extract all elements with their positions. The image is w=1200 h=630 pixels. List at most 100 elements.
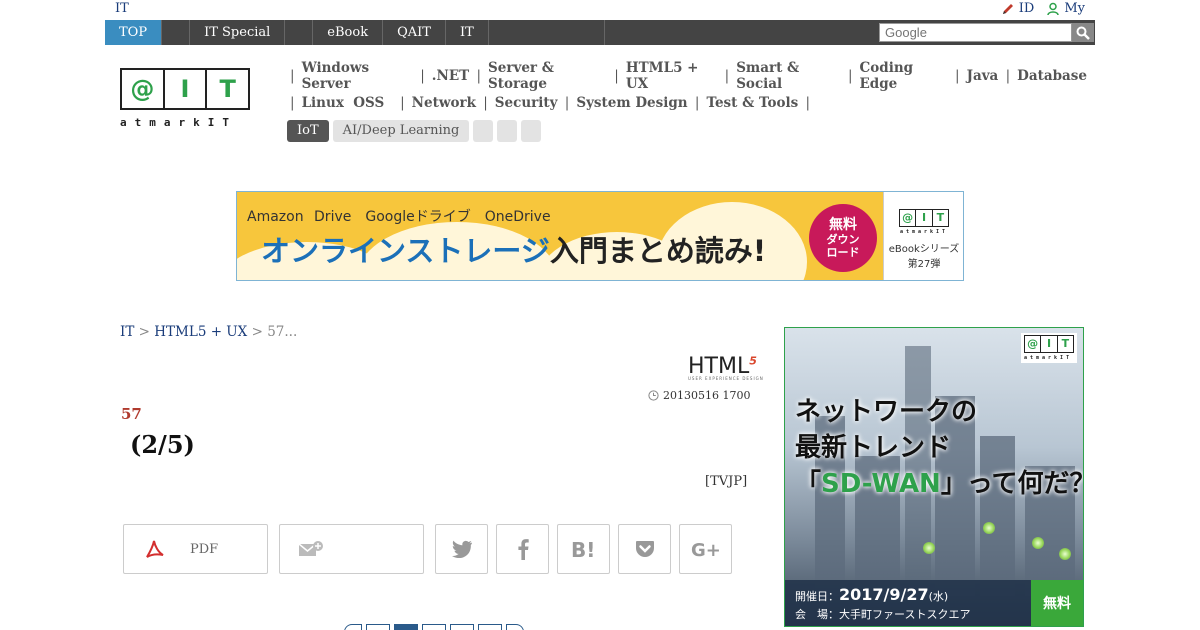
category-row-1: | Windows Server | .NET | Server & Stora… [287,60,1087,92]
search-input[interactable] [879,23,1072,42]
sd-wan-seminar-ad[interactable]: @ I T atmarkIT ネットワークの 最新トレンド 「SD-WAN」って… [784,327,1084,627]
article-title: (2/5) [130,430,195,459]
publish-date: 20130516 1700 [648,389,750,402]
pdf-button[interactable]: PDF [123,524,268,574]
tag-blank-3[interactable] [521,120,542,142]
separator: | [720,68,730,84]
nav-qait[interactable]: QAIT [383,20,446,45]
cat-windows-server[interactable]: Windows Server [302,60,413,92]
ad-logo: @ I T atmarkIT [1021,333,1077,363]
main-navbar: TOP IT Special eBook QAIT IT [105,20,1095,45]
banner-logo-letter: I [916,210,933,226]
page-link[interactable] [450,624,474,630]
ad-headline-sdwan: SD-WAN [821,469,941,499]
series-number: 57 [121,405,142,423]
tag-ai-deep-learning[interactable]: AI/Deep Learning [332,120,470,142]
ebook-banner-ad[interactable]: Amazon Drive Googleドライブ OneDrive オンラインスト… [236,191,964,281]
cat-linux-oss[interactable]: Linux OSS [302,95,385,111]
cat-html5-ux[interactable]: HTML5 + UX [626,60,718,92]
cat-database[interactable]: Database [1017,68,1087,84]
breadcrumb-root[interactable]: IT [120,324,134,340]
my-link[interactable]: My [1046,1,1085,16]
ad-headline: ネットワークの 最新トレンド 「SD-WAN」って何だ？ [795,394,1083,502]
badge-line-1: 無料 [829,217,857,233]
cat-java[interactable]: Java [967,68,999,84]
ad-event-date: 開催日：2017/9/27(水) [795,585,1022,604]
page-prev[interactable] [344,624,362,630]
cat-server-storage[interactable]: Server & Storage [488,60,607,92]
facebook-share-button[interactable] [496,524,549,574]
ad-logo-wordmark: atmarkIT [1024,355,1073,361]
page-link[interactable] [478,624,502,630]
ad-headline-line-3: 「SD-WAN」って何だ？ [795,466,1083,502]
page-link[interactable] [422,624,446,630]
facebook-icon [517,539,529,560]
separator: | [1001,68,1011,84]
ad-logo-letter: I [1041,336,1058,352]
banner-issue: 第27弾 [907,259,941,270]
separator: | [690,95,700,111]
site-logo[interactable]: @ I T atmarkIT [120,68,252,132]
google-plus-button[interactable]: G+ [679,524,732,574]
pocket-icon [635,541,654,557]
html5-ux-logo[interactable]: HTML5 USER EXPERIENCE DESIGN [688,354,763,381]
clock-icon [648,390,659,401]
pocket-button[interactable] [618,524,671,574]
nav-blank-2[interactable] [285,20,314,45]
mail-subscribe-button[interactable] [279,524,424,574]
id-link[interactable]: ID [1001,1,1034,16]
page-link[interactable] [366,624,390,630]
search-button[interactable] [1072,23,1094,42]
page-next[interactable] [506,624,524,630]
separator: | [609,68,619,84]
cat-security[interactable]: Security [495,95,558,111]
nav-blank-3[interactable] [489,20,605,45]
twitter-share-button[interactable] [435,524,488,574]
cat-test-tools[interactable]: Test & Tools [706,95,798,111]
tag-iot[interactable]: IoT [287,120,329,142]
search-box [879,23,1094,42]
page-current[interactable] [394,624,418,630]
ad-network-node [1032,537,1044,549]
tag-blank-2[interactable] [497,120,518,142]
cat-network[interactable]: Network [412,95,476,111]
hatena-bookmark-button[interactable]: B! [557,524,610,574]
breadcrumb-separator: > [138,324,155,340]
separator: | [290,68,295,84]
nav-top[interactable]: TOP [105,20,163,45]
nav-ebook[interactable]: eBook [313,20,384,45]
ad-date-label: 開催日： [795,590,839,603]
banner-series: eBookシリーズ [888,244,960,255]
separator: | [801,95,811,111]
pdf-label: PDF [190,541,219,557]
svg-text:G+: G+ [691,540,721,559]
pen-icon [1002,3,1013,14]
ad-venue-label: 会 場： [795,608,839,621]
breadcrumb-separator: > [251,324,268,340]
site-link[interactable]: IT [115,1,129,16]
nav-blank-1[interactable] [162,20,191,45]
separator: | [478,95,488,111]
nav-it[interactable]: IT [446,20,489,45]
banner-headline: オンラインストレージ入門まとめ読み! [261,228,766,270]
breadcrumb-section[interactable]: HTML5 + UX [154,324,247,340]
ad-network-node [1059,548,1071,560]
banner-logo-wordmark: atmarkIT [899,229,949,235]
ad-headline-pre: 「 [795,469,822,499]
search-icon [1076,26,1090,40]
logo-boxes: @ I T [120,68,250,110]
logo-letter-t: T [219,75,236,103]
cat-coding-edge[interactable]: Coding Edge [860,60,948,92]
category-row-2: | Linux OSS | Network | Security | Syste… [287,93,1087,113]
author[interactable]: [TVJP] [705,474,747,489]
separator: | [472,68,482,84]
banner-logo-letter: T [936,211,945,224]
banner-headline-blue: オンラインストレージ [261,234,550,268]
nav-it-special[interactable]: IT Special [190,20,286,45]
breadcrumb: IT > HTML5 + UX > 57... [120,324,297,340]
cat-system-design[interactable]: System Design [576,95,687,111]
cat-dotnet[interactable]: .NET [432,68,469,84]
tag-blank-1[interactable] [473,120,494,142]
cat-smart-social[interactable]: Smart & Social [736,60,840,92]
badge-line-3: ロード [826,246,860,259]
